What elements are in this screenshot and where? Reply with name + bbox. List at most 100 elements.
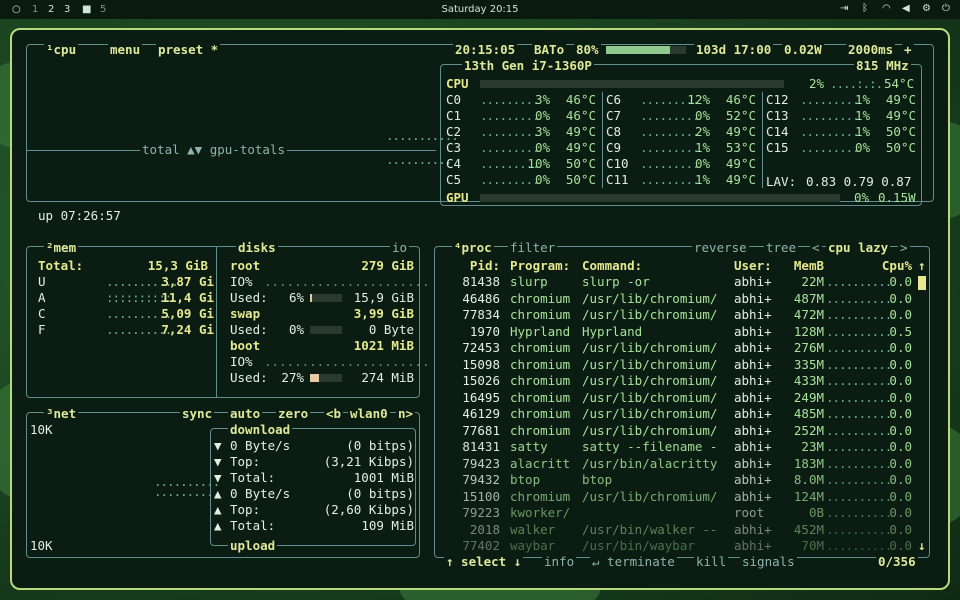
net-title[interactable]: ³net [44, 406, 79, 422]
core-pct: 3% [534, 124, 550, 139]
terminate-button[interactable]: ↵ terminate [590, 554, 677, 570]
scrollbar-thumb[interactable] [918, 276, 926, 290]
proc-row[interactable]: 15098 chromium/usr/lib/chromium/abhi+ 335M… [446, 357, 916, 373]
col-program[interactable]: Program: [510, 258, 570, 274]
proc-row[interactable]: 46486 chromium/usr/lib/chromium/abhi+ 487M… [446, 291, 916, 307]
cpu-freq: 815 MHz [854, 58, 911, 74]
proc-row[interactable]: 81431 satty satty --filename - abhi+ 23M 0.0.… [446, 439, 916, 455]
proc-mem: 252M [793, 422, 824, 438]
proc-row[interactable]: 77681 chromium/usr/lib/chromium/abhi+ 252M… [446, 423, 916, 439]
proc-mem: 22M [801, 274, 824, 289]
disk-used-value: 274 MiB [361, 370, 414, 385]
proc-row[interactable]: 15026 chromium/usr/lib/chromium/abhi+ 433M… [446, 373, 916, 389]
proc-command: btop [582, 472, 613, 487]
upload-stat-label: Total: [230, 518, 276, 533]
interval-readout[interactable]: 2000ms [846, 42, 896, 58]
col-user[interactable]: User: [734, 258, 772, 274]
sort-prev-button[interactable]: < [810, 240, 822, 256]
proc-row[interactable]: 81438 slurp slurp -or abhi+ 22M 0.0.......... [446, 274, 916, 290]
net-prev-button[interactable]: <b [324, 406, 344, 422]
graph-label[interactable]: total ▲▼ gpu-totals [140, 142, 287, 158]
time-readout: 20:15:05 [453, 42, 518, 58]
proc-command: /usr/lib/chromium/ [582, 290, 718, 306]
io-title[interactable]: io [390, 240, 410, 256]
col-pid[interactable]: Pid: [446, 258, 500, 274]
disk-used-value: 0 Byte [368, 322, 414, 337]
proc-row[interactable]: 2018 walker/usr/bin/walker -- abhi+ 452M 0.0… [446, 522, 916, 538]
proc-row[interactable]: 79223 kworker/root 0B 0.0.......... [446, 505, 916, 521]
wifi-icon[interactable]: ◠ [882, 3, 891, 14]
proc-row[interactable]: 15100 chromium/usr/lib/chromium/abhi+ 124M… [446, 489, 916, 505]
proc-row[interactable]: 72453 chromium/usr/lib/chromium/abhi+ 276M… [446, 340, 916, 356]
mem-row-label: A [38, 290, 46, 305]
upload-arrow-icon: ▲ [214, 486, 222, 501]
proc-mem: 433M [793, 373, 824, 388]
proc-command: /usr/bin/waybar [582, 538, 695, 553]
sort-next-button[interactable]: > [898, 240, 910, 256]
disk-io-label: IO% [230, 274, 253, 289]
proc-title[interactable]: ⁴proc [452, 240, 494, 256]
reverse-tab[interactable]: reverse [692, 240, 749, 256]
proc-user: abhi+ [734, 488, 772, 504]
proc-row[interactable]: 16495 chromium/usr/lib/chromium/abhi+ 249M… [446, 390, 916, 406]
core-pct: 0% [854, 140, 870, 155]
core-name: C3 [446, 140, 462, 155]
scroll-down-icon[interactable]: ↓ [918, 538, 926, 554]
col-mem[interactable]: MemB [782, 258, 824, 274]
proc-row[interactable]: 79423 alacritt/usr/bin/alacritty abhi+ 183M… [446, 456, 916, 472]
uptime: up 07:26:57 [38, 208, 121, 223]
core-name: C12 [766, 92, 789, 107]
menu-tab[interactable]: menu [108, 42, 143, 58]
proc-command: slurp -or [582, 274, 650, 289]
proc-mem: 485M [793, 406, 824, 421]
proc-row[interactable]: 79432 btop btop abhi+ 8.0M 0.0.......... [446, 472, 916, 488]
proc-row[interactable]: 46129 chromium/usr/lib/chromium/abhi+ 485M… [446, 406, 916, 422]
logout-icon[interactable]: ⇥ [840, 3, 848, 14]
sort-mode[interactable]: cpu lazy [826, 240, 891, 256]
core-name: C10 [606, 156, 629, 171]
proc-cpu-graph: .......... [826, 356, 892, 372]
core-temp: 49°C [565, 124, 596, 139]
core-pct: 10% [527, 156, 550, 171]
proc-pid: 15026 [462, 373, 500, 388]
scroll-up-icon[interactable]: ↑ [918, 258, 926, 274]
mem-row-label: F [38, 322, 46, 337]
net-zero-tab[interactable]: zero [276, 406, 311, 422]
power-icon[interactable]: ⏻ [942, 3, 950, 14]
select-control[interactable]: ↑ select ↓ [444, 554, 524, 570]
proc-program: kworker/ [510, 505, 571, 520]
proc-user: abhi+ [734, 323, 772, 339]
signals-button[interactable]: signals [740, 554, 797, 570]
settings-icon[interactable]: ⚙ [922, 3, 931, 14]
bluetooth-icon[interactable]: ᛒ [862, 3, 868, 14]
col-command[interactable]: Command: [582, 258, 642, 274]
proc-row[interactable]: 1970 Hyprland Hyprland abhi+ 128M 0.5........… [446, 324, 916, 340]
net-interface[interactable]: wlan0 [348, 406, 390, 422]
download-stat-label: Top: [230, 454, 261, 469]
interval-plus-button[interactable]: + [902, 42, 914, 58]
clock[interactable]: Saturday 20:15 [0, 4, 960, 15]
tree-tab[interactable]: tree [764, 240, 799, 256]
proc-user: abhi+ [734, 389, 772, 405]
volume-icon[interactable]: ◀ [902, 3, 910, 14]
battery-pct: 80% [574, 42, 601, 58]
proc-row[interactable]: 77834 chromium/usr/lib/chromium/abhi+ 472M… [446, 307, 916, 323]
net-auto-tab[interactable]: auto [228, 406, 263, 422]
mem-title[interactable]: ²mem [44, 240, 79, 256]
download-stat-value: (3,21 Kibps) [323, 454, 414, 469]
net-next-button[interactable]: n> [396, 406, 416, 422]
cpu-tab[interactable]: ¹cpu [44, 42, 79, 58]
preset-tab[interactable]: preset * [156, 42, 221, 58]
kill-button[interactable]: kill [694, 554, 729, 570]
mem-row-label: C [38, 306, 46, 321]
proc-pid: 81431 [462, 439, 500, 454]
disks-title[interactable]: disks [236, 240, 278, 256]
proc-row[interactable]: 77402 waybar/usr/bin/waybar abhi+ 70M 0.0...… [446, 538, 916, 554]
col-cpu[interactable]: Cpu% [866, 258, 912, 274]
net-sync-tab[interactable]: sync [180, 406, 215, 422]
info-button[interactable]: info [542, 554, 577, 570]
proc-mem: 124M [793, 488, 824, 504]
top-bar: ○ 1 2 3 ■ 5 Saturday 20:15 ⇥ ᛒ ◠ ◀ ⚙ ⏻ [0, 0, 960, 19]
proc-program: chromium [510, 373, 571, 388]
filter-tab[interactable]: filter [508, 240, 558, 256]
